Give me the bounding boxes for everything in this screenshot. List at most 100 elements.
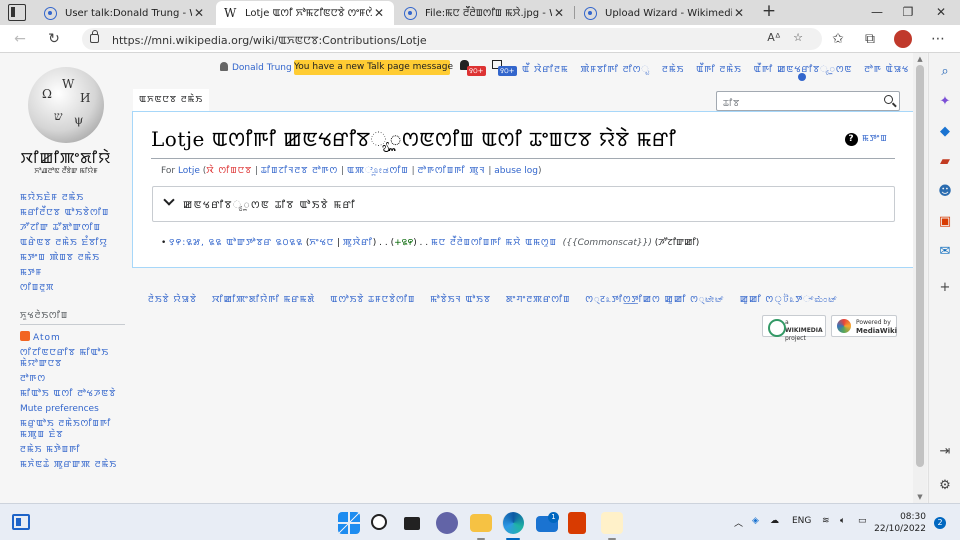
sidebar-item[interactable]: ꯃꯇꯝ [20, 268, 125, 279]
cloud-icon[interactable]: ☁ [770, 516, 779, 526]
sidebar-item[interactable]: ꯃꯔꯨꯑꯣꯏ ꯂꯃꯥꯏꯁꯤꯡꯒꯤ ꯃꯄꯨꯡ ꯐꯥꯕ [20, 419, 125, 441]
collections-icon[interactable]: ⧉ [860, 29, 880, 49]
user-page-link[interactable]: Lotje [178, 166, 200, 176]
site-logo[interactable]: Ω W И ש ψ ꯋꯤꯀꯤꯄꯦꯗꯤꯌꯥ ꯈꯣꯉꯂꯣꯟ ꯂꯩꯕꯥꯛ ꯃꯤꯌꯥꯝ [20, 63, 112, 175]
read-aloud-icon[interactable]: Aᐞ [766, 31, 782, 44]
refresh-button[interactable]: ↻ [44, 29, 64, 49]
widgets-icon[interactable] [12, 514, 30, 530]
block-log-link[interactable]: ꯊꯤꯡꯖꯤꯜꯂꯕ ꯂꯣꯒꯁ [261, 166, 338, 176]
close-tab-icon[interactable]: ✕ [372, 6, 386, 20]
page-scrollbar[interactable]: ▲ ▼ [913, 53, 927, 503]
sidebar-item[interactable]: ꯁꯤꯡꯂꯨꯞ [20, 283, 125, 294]
personal-link[interactable]: ꯂꯣꯒ ꯑꯥꯎꯠ [864, 65, 909, 75]
defender-icon[interactable]: ◈ [752, 516, 759, 526]
tab-upload-wizard[interactable]: Upload Wizard - Wikimedia Commons ✕ [576, 1, 754, 25]
scroll-thumb[interactable] [916, 65, 924, 467]
footer-link[interactable]: ꯁ्ट೩ꯇꯤꯁ꯭ꯇꯤꯀꯁ ꯀꯨꯀꯤ ꯁ्ಟೇಟ್ [585, 295, 724, 305]
talk-page-notice[interactable]: You have a new Talk page message [294, 60, 453, 75]
sidebar-item[interactable]: ꯂꯣꯒꯁ [20, 374, 125, 385]
sidebar-item-mute-preferences[interactable]: Mute preferences [20, 404, 125, 415]
scroll-down-icon[interactable]: ▼ [916, 493, 924, 501]
favorites-icon[interactable]: ✩ [828, 29, 848, 49]
abuse-log-link[interactable]: abuse log [494, 166, 538, 176]
scroll-up-icon[interactable]: ▲ [916, 55, 924, 63]
copilot-icon[interactable]: ✦ [935, 93, 955, 111]
footer-link[interactable]: ꯀꯨꯀꯤ ꯁ্ট೩ꯇ್‌ಮೆಂಟ್ [740, 295, 838, 305]
people-icon[interactable]: ☻ [935, 183, 955, 201]
start-button-icon[interactable] [338, 512, 360, 534]
alerts-button[interactable]: ꯱꯰+ [460, 60, 488, 76]
help-link[interactable]: ? ꯃꯇꯦꯡ [845, 131, 888, 146]
contributions-search-toggle[interactable]: ꯀꯟꯠꯔꯤꯕ್ಯꯨꯁꯟ ꯊꯤꯕ ꯑꯣꯏꯕꯥ ꯃꯔꯤ [152, 186, 895, 222]
address-bar[interactable]: https://mni.wikipedia.org/wiki/ꯑꯈꯟꯅꯕ:Con… [82, 28, 822, 50]
outlook-icon[interactable]: ✉ [935, 243, 955, 261]
file-explorer-icon[interactable] [470, 514, 492, 532]
new-tab-button[interactable]: + [758, 1, 780, 23]
bing-search-icon[interactable]: ⌕ [935, 63, 955, 81]
tab-actions-icon[interactable] [8, 4, 26, 21]
sidebar-item[interactable]: ꯃꯇꯦꯡ ꯄꯥꯡꯕ ꯂꯃꯥꯏ [20, 253, 125, 264]
minimize-button[interactable]: — [862, 0, 892, 25]
search-icon[interactable] [884, 95, 893, 104]
footer-link[interactable]: ꯋꯤꯀꯤꯄꯦꯗꯤꯌꯥꯒꯤ ꯃꯔꯃꯗꯥ [212, 295, 315, 305]
user-link[interactable]: Donald Trung [220, 62, 292, 73]
sidebar-item[interactable]: ꯃꯌꯥꯏꯐꯥꯝ ꯂꯃꯥꯏ [20, 193, 125, 204]
footer-link[interactable]: ꯑꯁꯣꯏꯕꯥ ꯊꯝꯅꯕꯥꯁꯤꯡ [330, 295, 415, 305]
tools-icon[interactable]: ▰ [935, 153, 955, 171]
tab-special-page[interactable]: ꯑꯈꯟꯅꯕ ꯂꯃꯥꯏ [133, 89, 210, 111]
sidebar-toggle-icon[interactable]: ⇥ [935, 443, 955, 461]
office-app-icon[interactable] [568, 512, 586, 534]
profile-avatar[interactable] [894, 30, 912, 48]
input-language[interactable]: ENG [792, 516, 811, 526]
talk-link[interactable]: ꯋꯥ ꯁꯤꯡꯅꯕ [206, 166, 252, 176]
back-button[interactable]: ← [10, 29, 30, 49]
close-tab-icon[interactable]: ✕ [192, 6, 206, 20]
add-favorite-icon[interactable]: ☆ [790, 31, 806, 44]
sidebar-item[interactable]: ꯂꯃꯥꯏ ꯃꯇꯥꯡꯒꯤ [20, 445, 125, 456]
url-text[interactable]: https://mni.wikipedia.org/wiki/ꯑꯈꯟꯅꯕ:Con… [112, 32, 427, 48]
wifi-icon[interactable]: ≋ [822, 516, 830, 526]
footer-link[interactable]: ꯂꯥꯏꯕꯥ ꯌꯥꯎꯕꯥ [148, 295, 197, 305]
contribution-timestamp-link[interactable]: ꯱꯵:꯲꯷, ꯲꯲ ꯑꯣꯛꯇꯣꯕꯔ ꯲꯰꯲꯲ [169, 238, 303, 248]
lock-icon[interactable] [90, 30, 99, 43]
tab-contributions[interactable]: W Lotje ꯑꯁꯤ ꯈꯣꯃꯖꯤꯟꯅꯕꯥ ꯁꯦꯝꯁꯥꯅ ✕ [216, 1, 394, 25]
sidebar-item[interactable]: ꯃꯔꯤꯂꯩꯅꯕ ꯑꯣꯏꯕꯥꯁꯤꯡ [20, 208, 125, 219]
add-icon[interactable]: + [935, 279, 955, 297]
sidebar-item-atom[interactable]: Atom [20, 331, 125, 344]
maximize-button[interactable]: ❐ [893, 0, 923, 25]
personal-link[interactable]: ꯑꯩꯒꯤ ꯂꯃꯥꯏ [696, 65, 742, 75]
system-clock[interactable]: 08:30 22/10/2022 [866, 511, 926, 535]
contribution-page-link[interactable]: ꯃꯅ ꯂꯩꯂꯥꯡꯁꯤꯡꯒꯤ ꯃꯆꯥ ꯑꯃꯁꯨꯡ [431, 238, 557, 248]
chat-icon[interactable] [436, 512, 458, 534]
task-view-icon[interactable] [404, 517, 420, 530]
close-tab-icon[interactable]: ✕ [552, 6, 566, 20]
sidebar-item[interactable]: ꯍꯧꯖꯤꯛ ꯊꯧꯗꯣꯛꯁꯤꯡ [20, 223, 125, 234]
show-hidden-icons-icon[interactable]: ︿ [734, 516, 743, 529]
logs-link[interactable]: ꯂꯣꯒꯁꯤꯡꯒꯤ ꯄꯨꯜ [418, 166, 486, 176]
close-window-button[interactable]: ✕ [926, 0, 956, 25]
sidebar-item[interactable]: ꯑꯔꯥꯟꯕ ꯂꯃꯥꯏ ꯐꯪꯕꯤꯌꯨ [20, 238, 125, 249]
sidebar-item[interactable]: ꯁꯤꯖꯤꯟꯅꯔꯤꯕ ꯃꯤꯑꯣꯏ ꯃꯥꯌꯣꯛꯅꯕ [20, 348, 125, 370]
tab-file[interactable]: File:ꯃꯅ ꯂꯩꯂꯥꯡꯁꯤꯡ ꯃꯆꯥ.jpg - W ✕ [396, 1, 574, 25]
tab-user-talk[interactable]: User talk:Donald Trung - Wikimedia ✕ [36, 1, 214, 25]
powered-by-mediawiki-badge[interactable]: Powered by MediaWiki [831, 315, 897, 337]
office-icon[interactable]: ▣ [935, 213, 955, 231]
volume-icon[interactable]: 🔈︎ [840, 516, 845, 526]
close-tab-icon[interactable]: ✕ [732, 6, 746, 20]
taskbar-search-icon[interactable] [371, 514, 387, 530]
wikimedia-project-badge[interactable]: a WIKIMEDIA project [762, 315, 826, 342]
history-link[interactable]: ꯄꯨꯋꯥꯔꯤ [343, 238, 373, 248]
edge-browser-icon[interactable] [502, 512, 524, 534]
sidebar-item[interactable]: ꯃꯤꯑꯣꯏ ꯑꯁꯤ ꯂꯣꯠꯍꯟꯕꯥ [20, 389, 125, 400]
personal-link[interactable]: ꯄꯥꯝꯕꯤꯒꯤ ꯂꯤꯁ್ಟ [581, 65, 651, 75]
sidebar-item[interactable]: ꯃꯈꯥꯟꯊꯥ ꯄꯨꯔꯛꯄ ꯂꯃꯥꯏ [20, 460, 125, 471]
personal-link[interactable]: ꯑꯩ ꯋꯥꯔꯤꯂꯃ [522, 65, 569, 75]
photos-icon[interactable] [601, 512, 623, 534]
uploads-link[interactable]: ꯑꯄ್ಲೋಡꯁꯤꯡ [347, 166, 409, 176]
search-input[interactable]: ꯊꯤꯕ [716, 91, 900, 111]
settings-gear-icon[interactable]: ⚙ [935, 477, 955, 495]
footer-link[interactable]: ꯃꯣꯕꯥꯏꯜ ꯑꯣꯏꯕ [430, 295, 491, 305]
notices-button[interactable]: ꯱꯰+ [492, 60, 520, 76]
diff-link[interactable]: ꯈꯦꯠꯅ [309, 238, 334, 248]
footer-link[interactable]: ꯗꯦꯚꯦꯂꯄꯔꯁꯤꯡ [506, 295, 571, 305]
